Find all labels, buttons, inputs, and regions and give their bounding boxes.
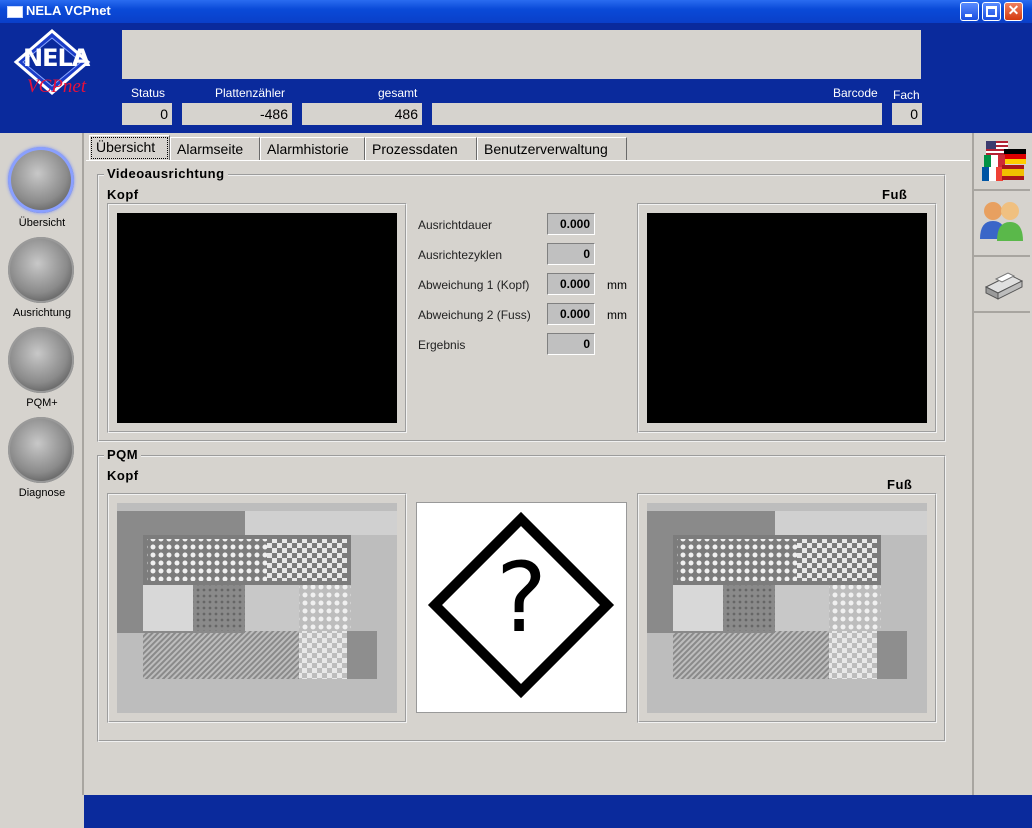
field-ergebnis-value: 0: [547, 333, 595, 355]
users-icon: [980, 202, 1023, 241]
close-icon: ✕: [1007, 2, 1020, 18]
app-icon: [7, 6, 23, 18]
status-field: 0: [122, 103, 172, 125]
pqm-foot-image: [647, 503, 927, 713]
status-label: Status: [131, 86, 166, 100]
tab-divider: [86, 160, 970, 161]
video-foot-display: [647, 213, 927, 423]
minimize-button[interactable]: [960, 2, 979, 21]
nav-pqm-label: PQM+: [26, 397, 58, 409]
total-field: 486: [302, 103, 422, 125]
nela-logo: NELA VCPnet: [12, 28, 92, 100]
nav-uebersicht-button[interactable]: [8, 147, 74, 213]
field-abweichung2-unit: mm: [607, 308, 627, 322]
language-button[interactable]: [974, 135, 1030, 191]
flags-language-icon: [982, 141, 1026, 181]
pqm-result-placeholder: ?: [416, 502, 627, 713]
barcode-field: [432, 103, 882, 125]
field-abweichung1-value: 0.000: [547, 273, 595, 295]
video-head-display: [117, 213, 397, 423]
nav-ausrichtung-label: Ausrichtung: [12, 307, 72, 319]
logo-brand: NELA: [23, 44, 90, 72]
tab-alarmhistorie[interactable]: Alarmhistorie: [260, 137, 365, 161]
field-ausrichtezyklen-value: 0: [547, 243, 595, 265]
message-bar: [122, 30, 921, 79]
printer-icon: [984, 272, 1024, 300]
status-bar: [84, 795, 1032, 828]
print-button[interactable]: [974, 257, 1030, 313]
pqm-head-label: Kopf: [107, 468, 139, 483]
logo-product: VCPnet: [27, 76, 87, 97]
pqm-head-image: [117, 503, 397, 713]
fach-label: Fach: [893, 88, 920, 102]
field-abweichung1-unit: mm: [607, 278, 627, 292]
nav-ausrichtung-button[interactable]: [8, 237, 74, 303]
tab-alarmseite[interactable]: Alarmseite: [170, 137, 260, 161]
pqm-foot-label: Fuß: [887, 477, 913, 492]
user-management-button[interactable]: [974, 191, 1030, 257]
unknown-symbol: ?: [496, 542, 547, 654]
video-foot-label: Fuß: [882, 187, 908, 202]
nav-uebersicht-label: Übersicht: [18, 217, 66, 229]
field-ausrichtdauer-label: Ausrichtdauer: [418, 218, 493, 232]
status-bar-left: [0, 795, 84, 828]
video-group-title: Videoausrichtung: [104, 166, 228, 181]
counter-label: Plattenzähler: [215, 86, 286, 100]
maximize-button[interactable]: [982, 2, 1001, 21]
nav-pqm-button[interactable]: [8, 327, 74, 393]
pqm-group-title: PQM: [104, 447, 142, 462]
close-button[interactable]: ✕: [1004, 2, 1023, 21]
nav-diagnose-button[interactable]: [8, 417, 74, 483]
field-abweichung1-label: Abweichung 1 (Kopf): [418, 278, 530, 292]
field-ausrichtdauer-value: 0.000: [547, 213, 595, 235]
window-title: NELA VCPnet: [26, 3, 111, 18]
tab-benutzerverwaltung[interactable]: Benutzerverwaltung: [477, 137, 627, 161]
title-bar: [0, 0, 1032, 23]
tab-prozessdaten[interactable]: Prozessdaten: [365, 137, 477, 161]
total-label: gesamt: [378, 86, 418, 100]
nav-diagnose-label: Diagnose: [18, 487, 66, 499]
barcode-label: Barcode: [833, 86, 878, 100]
field-ergebnis-label: Ergebnis: [418, 338, 466, 352]
video-head-label: Kopf: [107, 187, 139, 202]
tab-uebersicht[interactable]: Übersicht: [89, 135, 170, 161]
fach-field: 0: [892, 103, 922, 125]
counter-field: -486: [182, 103, 292, 125]
field-ausrichtezyklen-label: Ausrichtezyklen: [418, 248, 503, 262]
field-abweichung2-value: 0.000: [547, 303, 595, 325]
field-abweichung2-label: Abweichung 2 (Fuss): [418, 308, 531, 322]
